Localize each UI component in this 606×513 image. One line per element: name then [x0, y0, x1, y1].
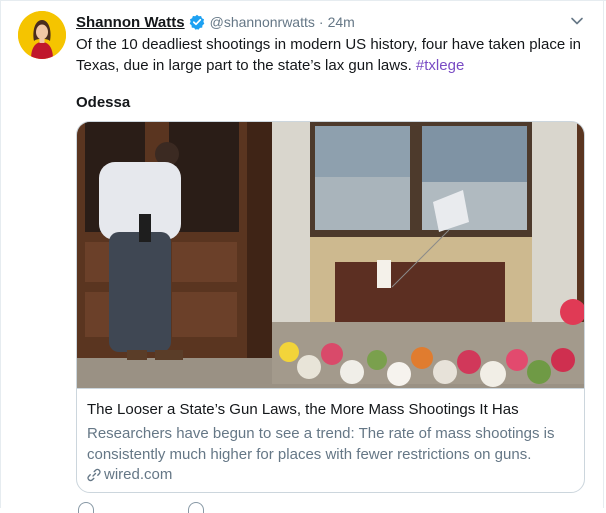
tweet-body: Of the 10 deadliest shootings in modern …: [76, 36, 582, 74]
avatar[interactable]: [18, 11, 66, 59]
card-title: The Looser a State’s Gun Laws, the More …: [87, 401, 519, 418]
author-handle[interactable]: @shannonrwatts: [210, 14, 315, 30]
tweet-text: Of the 10 deadliest shootings in modern …: [76, 34, 586, 76]
timeline-border-left: [0, 0, 1, 508]
tweet-timestamp[interactable]: 24m: [328, 14, 355, 30]
card-description: Researchers have begun to see a trend: T…: [87, 425, 555, 463]
verified-badge-icon: [189, 14, 205, 30]
location-heading: Odessa: [76, 94, 131, 111]
card-body[interactable]: The Looser a State’s Gun Laws, the More …: [77, 388, 584, 492]
card-image[interactable]: [77, 122, 584, 388]
card-domain: wired.com: [87, 466, 172, 483]
tweet-header: Shannon Watts @shannonrwatts · 24m: [76, 12, 355, 32]
timeline-border-top: [0, 0, 606, 1]
link-card[interactable]: The Looser a State’s Gun Laws, the More …: [76, 121, 585, 493]
hashtag-link[interactable]: #txlege: [416, 57, 464, 74]
header-separator: ·: [318, 14, 324, 30]
timeline-border-right: [603, 0, 604, 508]
author-name[interactable]: Shannon Watts: [76, 14, 185, 31]
link-icon: [87, 468, 101, 482]
chevron-down-icon[interactable]: [568, 12, 586, 30]
card-domain-text: wired.com: [104, 466, 173, 483]
tweet-actions: [76, 500, 586, 513]
